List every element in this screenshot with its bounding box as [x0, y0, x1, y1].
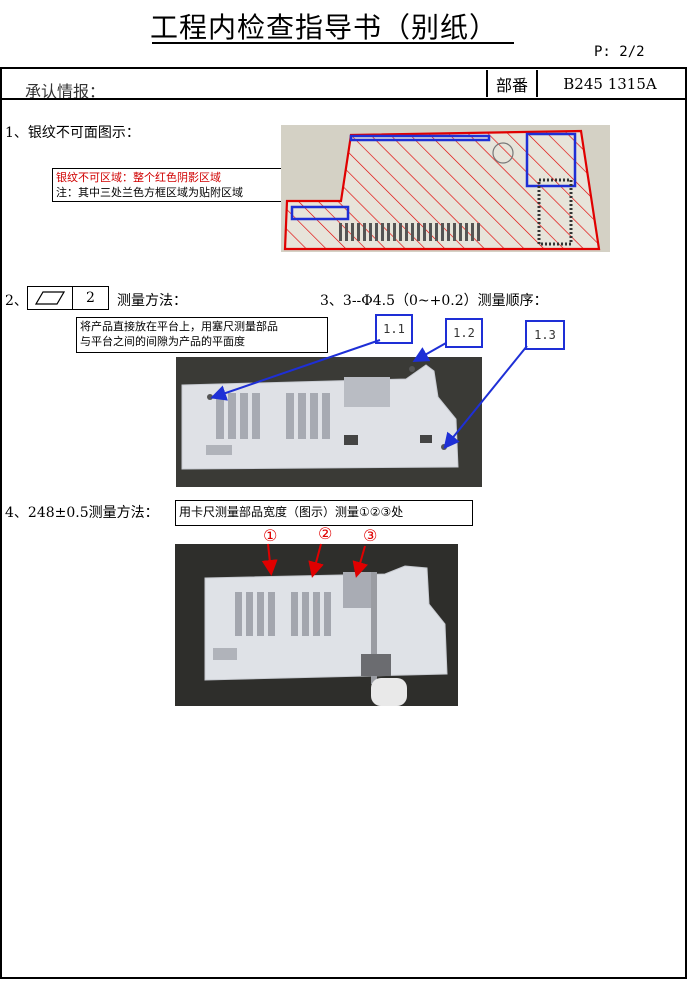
measure-point-arrows	[261, 543, 368, 578]
